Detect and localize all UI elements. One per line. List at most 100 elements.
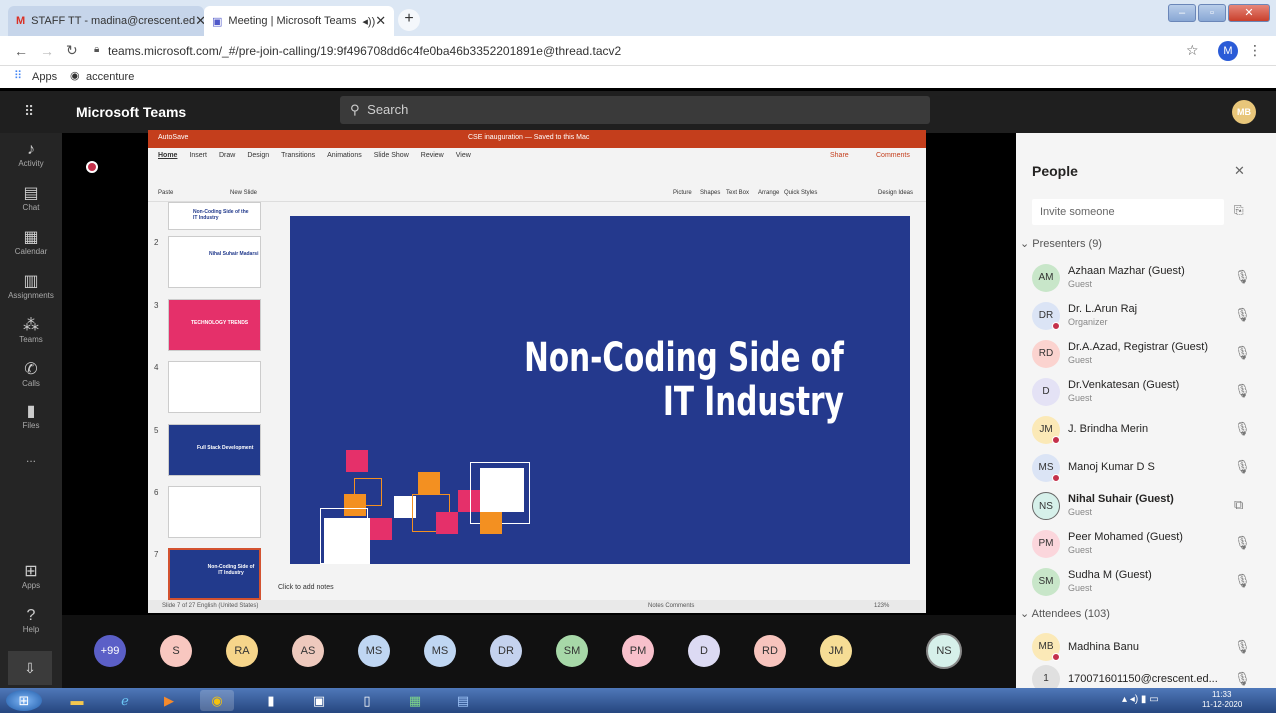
close-tab-icon[interactable]: ✕ <box>195 13 204 29</box>
notes-placeholder[interactable]: Click to add notes <box>278 584 334 591</box>
rail-item-chat[interactable]: ▤ Chat <box>0 185 62 212</box>
search-input[interactable]: ⚲ Search <box>340 96 930 124</box>
explorer-icon[interactable]: ▬ <box>60 690 94 711</box>
participant-row[interactable]: MS Manoj Kumar D S 🎙︎ <box>1016 449 1276 487</box>
rail-item-calendar[interactable]: ▦ Calendar <box>0 229 62 256</box>
share-button[interactable]: Share <box>830 152 849 159</box>
back-icon[interactable]: ← <box>14 43 28 59</box>
rail-item-activity[interactable]: ♪ Activity <box>0 141 62 168</box>
menu-view[interactable]: View <box>456 152 471 159</box>
ribbon-picture[interactable]: Picture <box>673 190 692 196</box>
slide-thumbnail-selected[interactable]: Non-Coding Side of IT Industry <box>168 548 261 600</box>
mic-off-icon[interactable]: 🎙︎ <box>1234 573 1251 589</box>
menu-icon[interactable]: ⋮ <box>1248 42 1262 59</box>
rail-item-apps[interactable]: ⊞ Apps <box>0 563 62 590</box>
attendees-header[interactable]: ⌄ Attendees (103) <box>1020 607 1110 620</box>
mic-off-icon[interactable]: 🎙︎ <box>1234 345 1251 361</box>
copy-link-icon[interactable]: ⎘ <box>1234 203 1244 218</box>
slide-thumbnail[interactable]: Full Stack Development <box>168 424 261 476</box>
participant-row[interactable]: RD Dr.A.Azad, Registrar (Guest) Guest 🎙︎ <box>1016 335 1276 373</box>
rail-item-teams[interactable]: ⁂ Teams <box>0 317 62 344</box>
mic-off-icon[interactable]: 🎙︎ <box>1234 535 1251 551</box>
close-tab-icon[interactable]: ✕ <box>375 13 386 29</box>
screen-share-icon[interactable]: ⧉ <box>1234 497 1243 513</box>
bookmark-apps[interactable]: Apps <box>32 71 57 83</box>
menu-home[interactable]: Home <box>158 152 177 159</box>
new-tab-button[interactable]: + <box>398 9 420 31</box>
star-icon[interactable]: ☆ <box>1186 42 1199 59</box>
participant-row[interactable]: PM Peer Mohamed (Guest) Guest 🎙︎ <box>1016 525 1276 563</box>
participant-bubble[interactable]: S <box>160 635 192 667</box>
mic-off-icon[interactable]: 🎙︎ <box>1234 383 1251 399</box>
mic-off-icon[interactable]: 🎙︎ <box>1234 269 1251 285</box>
document-icon[interactable]: ▯ <box>350 690 384 711</box>
close-window-icon[interactable]: ✕ <box>1228 4 1270 22</box>
menu-transitions[interactable]: Transitions <box>281 152 315 159</box>
participant-bubble[interactable]: AS <box>292 635 324 667</box>
participant-row[interactable]: AM Azhaan Mazhar (Guest) Guest 🎙︎ <box>1016 259 1276 297</box>
profile-avatar[interactable]: M <box>1218 41 1238 61</box>
rail-item-help[interactable]: ? Help <box>0 607 62 634</box>
menu-animations[interactable]: Animations <box>327 152 362 159</box>
menu-insert[interactable]: Insert <box>189 152 207 159</box>
participant-bubble[interactable]: SM <box>556 635 588 667</box>
mic-off-icon[interactable]: 🎙︎ <box>1234 421 1251 437</box>
url-field[interactable]: teams.microsoft.com/_#/pre-join-calling/… <box>108 44 621 58</box>
participant-row[interactable]: NS Nihal Suhair (Guest) Guest ⧉ <box>1016 487 1276 525</box>
tab-teams[interactable]: ▣ Meeting | Microsoft Teams ◂)) ✕ <box>204 6 394 36</box>
tab-gmail[interactable]: M STAFF TT - madina@crescent.ed ✕ <box>8 6 204 36</box>
ribbon-quick-styles[interactable]: Quick Styles <box>784 190 817 196</box>
participant-bubble[interactable]: DR <box>490 635 522 667</box>
rail-item-calls[interactable]: ✆ Calls <box>0 361 62 388</box>
minimize-icon[interactable]: – <box>1168 4 1196 22</box>
participant-row[interactable]: SM Sudha M (Guest) Guest 🎙︎ <box>1016 563 1276 601</box>
menu-draw[interactable]: Draw <box>219 152 235 159</box>
app-launcher-icon[interactable]: ⠿ <box>24 103 34 120</box>
slide-thumbnail[interactable]: Nihal Suhair Madarsi <box>168 236 261 288</box>
presenters-header[interactable]: ⌄ Presenters (9) <box>1020 237 1102 250</box>
participant-bubble[interactable]: D <box>688 635 720 667</box>
ribbon-shapes[interactable]: Shapes <box>700 190 720 196</box>
overflow-count[interactable]: +99 <box>94 635 126 667</box>
menu-design[interactable]: Design <box>247 152 269 159</box>
rail-item-assignments[interactable]: ▥ Assignments <box>0 273 62 300</box>
word-icon[interactable]: ▤ <box>446 690 480 711</box>
participant-bubble[interactable]: RD <box>754 635 786 667</box>
ribbon-arrange[interactable]: Arrange <box>758 190 779 196</box>
ribbon-design-ideas[interactable]: Design Ideas <box>878 190 913 196</box>
slide-thumbnail[interactable]: Non-Coding Side of the IT Industry <box>168 202 261 230</box>
participant-row[interactable]: D Dr.Venkatesan (Guest) Guest 🎙︎ <box>1016 373 1276 411</box>
reload-icon[interactable]: ↻ <box>66 42 78 59</box>
tray-icons[interactable]: ▴ ◂) ▮ ▭ <box>1122 694 1159 705</box>
participant-bubble[interactable]: RA <box>226 635 258 667</box>
status-notes[interactable]: Notes Comments <box>648 603 694 609</box>
invite-input[interactable]: Invite someone <box>1032 199 1224 225</box>
participant-row[interactable]: JM J. Brindha Merin 🎙︎ <box>1016 411 1276 449</box>
ribbon-text-box[interactable]: Text Box <box>726 190 749 196</box>
menu-review[interactable]: Review <box>421 152 444 159</box>
bookmark-accenture[interactable]: accenture <box>86 71 134 83</box>
comments-button[interactable]: Comments <box>876 152 910 159</box>
ribbon-paste[interactable]: Paste <box>158 190 173 196</box>
user-avatar[interactable]: MB <box>1232 100 1256 124</box>
close-panel-icon[interactable]: ✕ <box>1234 163 1245 179</box>
participant-bubble[interactable]: JM <box>820 635 852 667</box>
mic-off-icon[interactable]: 🎙︎ <box>1234 307 1251 323</box>
excel-icon[interactable]: ▦ <box>398 690 432 711</box>
self-avatar[interactable]: NS <box>926 633 962 669</box>
window-icon[interactable]: ▣ <box>302 690 336 711</box>
rail-item-more[interactable]: ... <box>0 451 62 465</box>
slide-thumbnail[interactable] <box>168 361 261 413</box>
mic-off-icon[interactable]: 🎙︎ <box>1234 459 1251 475</box>
mic-icon[interactable]: 🎙︎ <box>1234 639 1251 655</box>
app-icon[interactable]: ▮ <box>254 690 288 711</box>
slide-thumbnail[interactable]: TECHNOLOGY TRENDS <box>168 299 261 351</box>
rail-item-files[interactable]: ▮ Files <box>0 403 62 430</box>
slide-thumbnail[interactable] <box>168 486 261 538</box>
mic-icon[interactable]: 🎙︎ <box>1234 671 1251 687</box>
participant-bubble[interactable]: PM <box>622 635 654 667</box>
media-player-icon[interactable]: ▶ <box>152 690 186 711</box>
menu-slideshow[interactable]: Slide Show <box>374 152 409 159</box>
participant-bubble[interactable]: MS <box>424 635 456 667</box>
maximize-icon[interactable]: ▫ <box>1198 4 1226 22</box>
